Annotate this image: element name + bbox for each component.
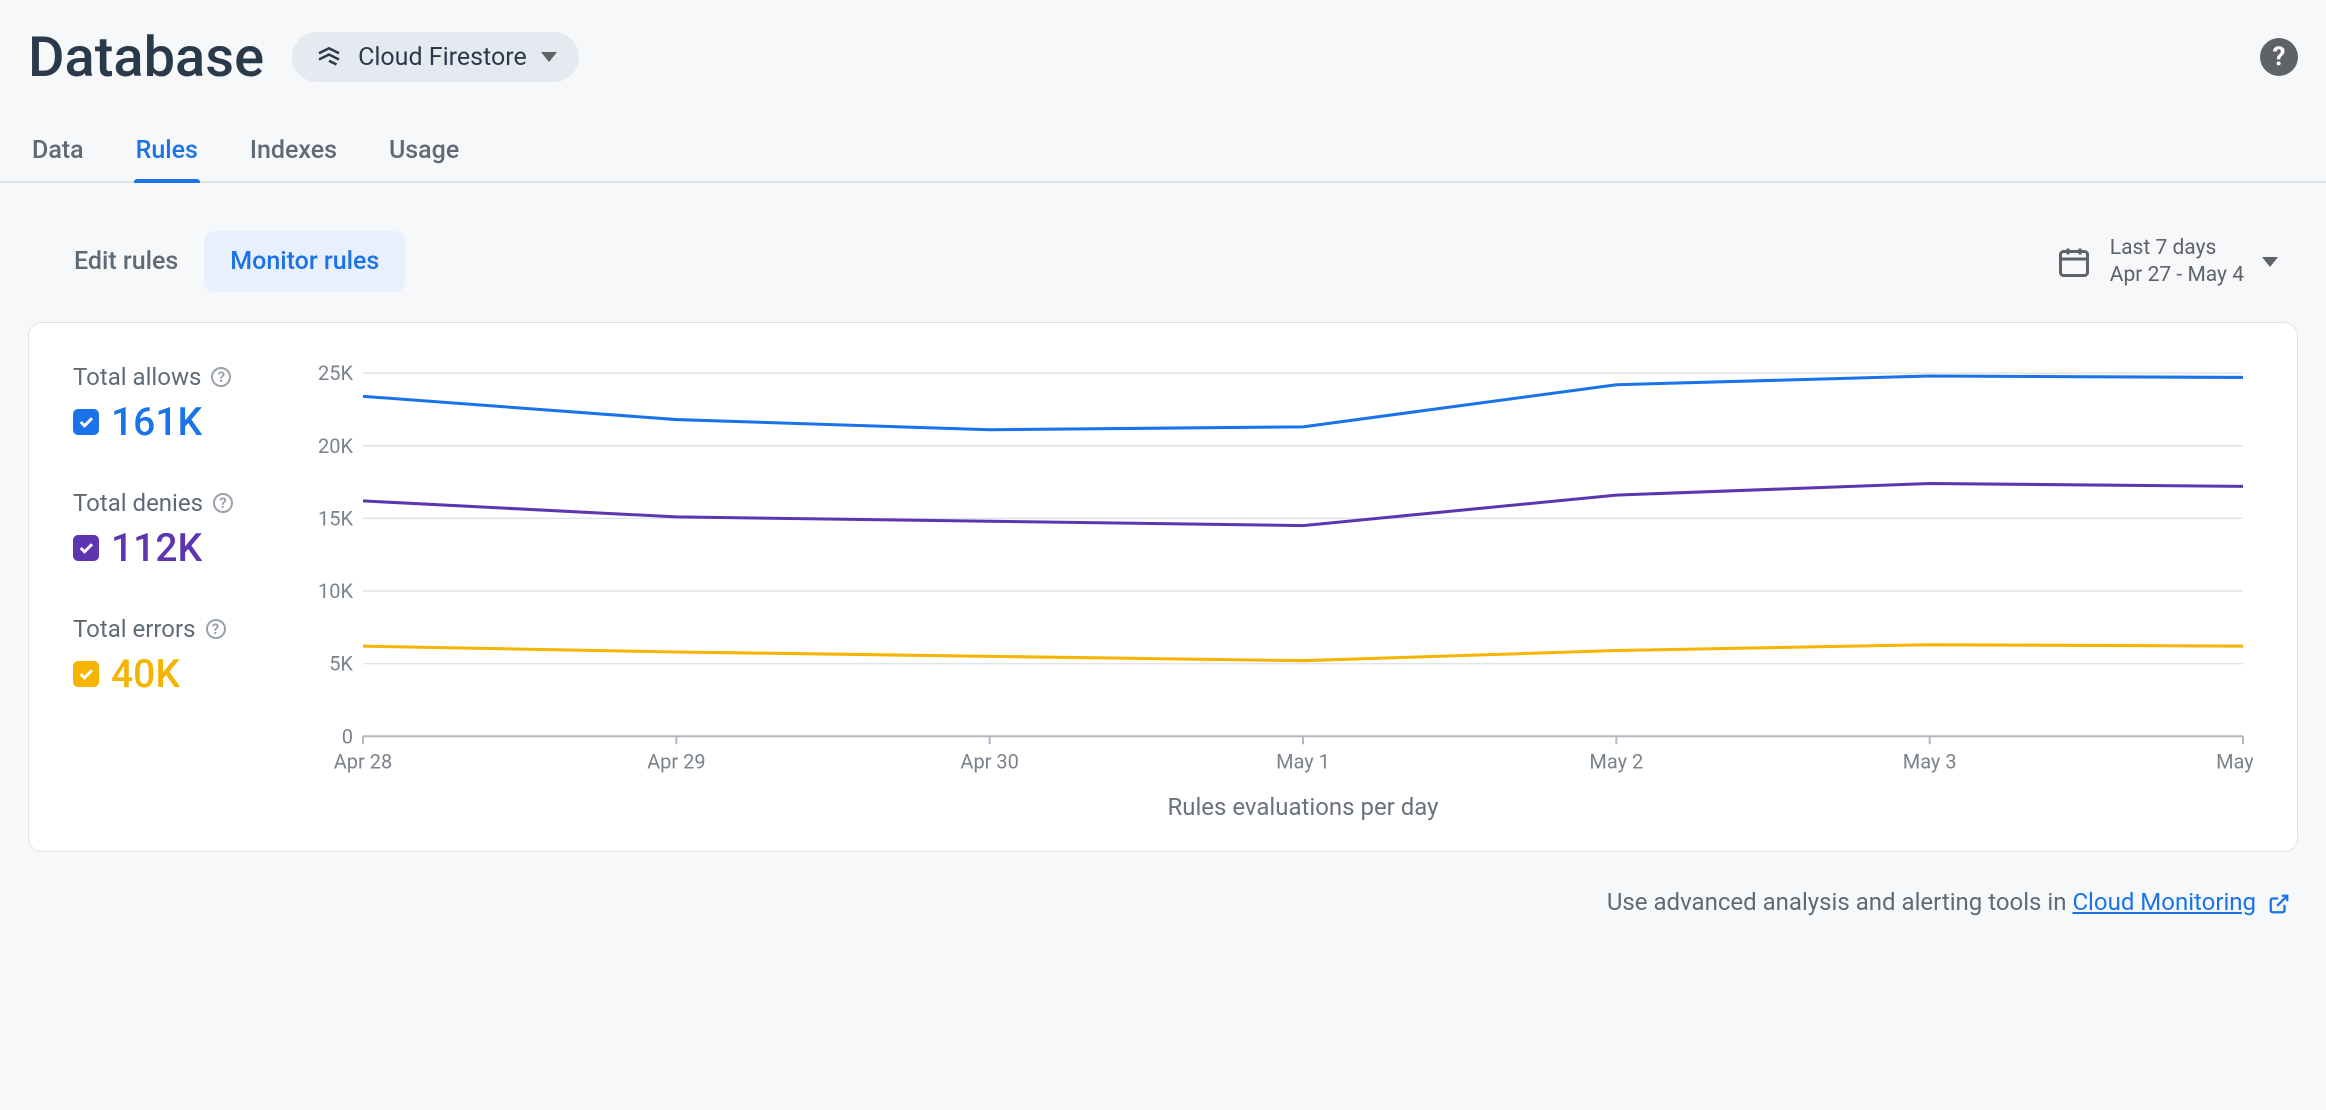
svg-text:May 1: May 1 xyxy=(1276,749,1330,773)
legend-item-allows: Total allows ? 161K xyxy=(73,363,293,445)
legend-value-allows: 161K xyxy=(73,399,293,445)
help-icon[interactable]: ? xyxy=(213,493,233,513)
date-range-text: Last 7 days Apr 27 - May 4 xyxy=(2110,235,2244,288)
svg-text:May 4: May 4 xyxy=(2216,749,2253,773)
subtab-edit-rules[interactable]: Edit rules xyxy=(48,231,204,292)
tab-usage[interactable]: Usage xyxy=(387,124,461,181)
tab-indexes[interactable]: Indexes xyxy=(248,124,339,181)
help-icon[interactable]: ? xyxy=(2260,38,2298,76)
line-chart: 0 5K 10K 15K 20K 25K Apr 28 Apr 29 Apr 30 May 1 Ma… xyxy=(293,363,2253,827)
legend: Total allows ? 161K Total denies ? 112K … xyxy=(73,363,293,827)
metrics-card: Total allows ? 161K Total denies ? 112K … xyxy=(28,322,2298,852)
firestore-icon xyxy=(314,42,344,72)
svg-text:0: 0 xyxy=(342,724,353,748)
legend-item-errors: Total errors ? 40K xyxy=(73,615,293,697)
legend-label-text: Total errors xyxy=(73,615,196,643)
cloud-monitoring-link[interactable]: Cloud Monitoring xyxy=(2072,888,2256,916)
svg-text:Apr 28: Apr 28 xyxy=(334,749,392,773)
subtab-row: Edit rules Monitor rules Last 7 days Apr… xyxy=(0,183,2326,314)
database-picker-label: Cloud Firestore xyxy=(358,43,527,72)
date-range-label: Last 7 days xyxy=(2110,235,2244,261)
legend-label-text: Total allows xyxy=(73,363,201,391)
legend-label-denies: Total denies ? xyxy=(73,489,293,517)
svg-text:May 2: May 2 xyxy=(1589,749,1643,773)
calendar-icon xyxy=(2056,244,2092,280)
svg-text:May 3: May 3 xyxy=(1903,749,1957,773)
checkbox-allows[interactable] xyxy=(73,409,99,435)
legend-label-errors: Total errors ? xyxy=(73,615,293,643)
svg-text:5K: 5K xyxy=(329,652,353,676)
svg-text:Apr 30: Apr 30 xyxy=(960,749,1018,773)
svg-text:20K: 20K xyxy=(318,434,353,458)
svg-text:Rules evaluations per day: Rules evaluations per day xyxy=(1167,793,1439,821)
svg-text:15K: 15K xyxy=(318,506,353,530)
chevron-down-icon xyxy=(541,52,557,62)
tab-rules[interactable]: Rules xyxy=(134,124,200,181)
legend-label-text: Total denies xyxy=(73,489,203,517)
legend-item-denies: Total denies ? 112K xyxy=(73,489,293,571)
cloud-monitoring-caption: Use advanced analysis and alerting tools… xyxy=(0,852,2326,916)
svg-text:25K: 25K xyxy=(318,363,353,385)
date-range-dates: Apr 27 - May 4 xyxy=(2110,262,2244,288)
chart-svg: 0 5K 10K 15K 20K 25K Apr 28 Apr 29 Apr 30 May 1 Ma… xyxy=(293,363,2253,827)
chart-wrap: 0 5K 10K 15K 20K 25K Apr 28 Apr 29 Apr 30 May 1 Ma… xyxy=(293,363,2253,827)
chevron-down-icon xyxy=(2262,257,2278,267)
legend-value-denies: 112K xyxy=(73,525,293,571)
help-icon[interactable]: ? xyxy=(206,619,226,639)
caption-prefix: Use advanced analysis and alerting tools… xyxy=(1607,888,2073,916)
legend-value-errors: 40K xyxy=(73,651,293,697)
help-icon[interactable]: ? xyxy=(211,367,231,387)
tab-data[interactable]: Data xyxy=(30,124,86,181)
external-link-icon xyxy=(2268,893,2290,915)
date-range-picker[interactable]: Last 7 days Apr 27 - May 4 xyxy=(2056,235,2278,288)
value-text: 112K xyxy=(111,525,202,571)
header: Database Cloud Firestore ? xyxy=(0,0,2326,98)
value-text: 161K xyxy=(111,399,202,445)
checkbox-errors[interactable] xyxy=(73,661,99,687)
subtab-monitor-rules[interactable]: Monitor rules xyxy=(204,231,405,292)
legend-label-allows: Total allows ? xyxy=(73,363,293,391)
svg-text:Apr 29: Apr 29 xyxy=(647,749,705,773)
database-picker[interactable]: Cloud Firestore xyxy=(292,32,579,82)
svg-text:10K: 10K xyxy=(318,579,353,603)
page-title: Database xyxy=(28,24,264,90)
checkbox-denies[interactable] xyxy=(73,535,99,561)
main-tabs: Data Rules Indexes Usage xyxy=(0,124,2326,183)
value-text: 40K xyxy=(111,651,180,697)
